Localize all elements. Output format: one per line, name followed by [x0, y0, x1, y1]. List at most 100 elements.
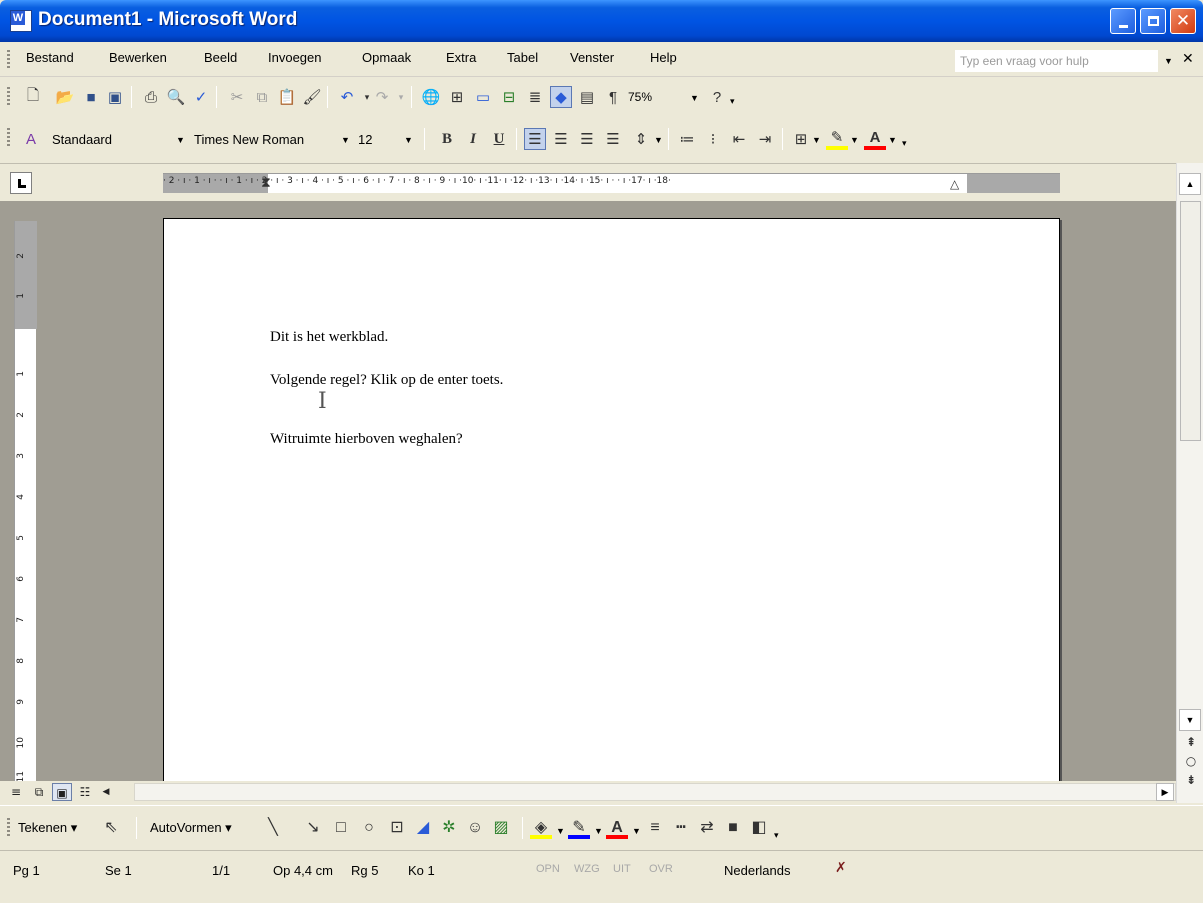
restore-button[interactable]	[1140, 8, 1166, 34]
menu-beeld[interactable]: Beeld	[204, 50, 237, 65]
select-browse-object-icon[interactable]: ○	[1183, 753, 1199, 769]
copy-icon[interactable]: ⧉	[251, 86, 273, 108]
help-box-dropdown-icon[interactable]: ▼	[1164, 56, 1173, 66]
word-app-icon[interactable]	[10, 10, 32, 32]
outline-view-icon[interactable]: ☷	[75, 783, 95, 801]
menu-grip[interactable]	[7, 50, 10, 70]
formatting-toolbar-grip[interactable]	[7, 128, 10, 148]
style-combo[interactable]: Standaard	[52, 132, 112, 147]
web-layout-view-icon[interactable]: ⧉	[29, 783, 49, 801]
line-icon[interactable]: ╲	[262, 817, 284, 839]
open-icon[interactable]: 📂	[54, 86, 76, 108]
justify-icon[interactable]: ☰	[602, 128, 624, 150]
print-icon[interactable]: ⎙	[140, 86, 162, 108]
scroll-left-icon[interactable]: ◀	[96, 783, 116, 801]
font-size-dropdown-icon[interactable]: ▼	[404, 135, 413, 145]
standard-toolbar-grip[interactable]	[7, 87, 10, 107]
numbering-icon[interactable]: ≔	[676, 128, 698, 150]
menu-extra[interactable]: Extra	[446, 50, 476, 65]
document-paragraph[interactable]: Volgende regel? Klik op de enter toets.	[270, 372, 503, 389]
align-center-icon[interactable]: ☰	[550, 128, 572, 150]
vertical-scroll-thumb[interactable]	[1180, 201, 1201, 441]
styles-formatting-icon[interactable]: A	[20, 128, 42, 150]
align-left-icon[interactable]: ☰	[524, 128, 546, 150]
arrow-icon[interactable]: ↘	[302, 817, 324, 839]
line-color-dropdown-icon[interactable]: ▼	[594, 826, 603, 836]
menu-help[interactable]: Help	[650, 50, 677, 65]
toolbar-options-icon[interactable]: ▾	[730, 96, 735, 107]
status-overtype[interactable]: OVR	[649, 863, 673, 875]
highlight-icon[interactable]: ✎	[826, 128, 848, 150]
document-paragraph[interactable]: Witruimte hierboven weghalen?	[270, 431, 463, 448]
align-right-icon[interactable]: ☰	[576, 128, 598, 150]
3d-style-icon[interactable]: ◧	[748, 817, 770, 839]
font-size-combo[interactable]: 12	[358, 132, 372, 147]
save-icon[interactable]: ■	[80, 86, 102, 108]
fill-color-icon[interactable]: ◈	[530, 817, 552, 839]
format-painter-icon[interactable]: 🖌	[301, 86, 323, 108]
shadow-style-icon[interactable]: ■	[722, 817, 744, 839]
cut-icon[interactable]: ✂	[226, 86, 248, 108]
decrease-indent-icon[interactable]: ⇤	[728, 128, 750, 150]
highlight-dropdown-icon[interactable]: ▼	[850, 135, 859, 145]
help-icon[interactable]: ?	[706, 86, 728, 108]
print-layout-view-icon[interactable]: ▣	[52, 783, 72, 801]
line-style-icon[interactable]: ≡	[644, 817, 666, 839]
status-record[interactable]: OPN	[536, 863, 560, 875]
drawing-toolbar-grip[interactable]	[7, 818, 10, 838]
menu-venster[interactable]: Venster	[570, 50, 614, 65]
menu-bewerken[interactable]: Bewerken	[109, 50, 167, 65]
text-box-icon[interactable]: ⊡	[386, 817, 408, 839]
minimize-button[interactable]	[1110, 8, 1136, 34]
select-objects-icon[interactable]: ⇖	[100, 817, 122, 839]
left-indent-marker-icon[interactable]: ⧗	[261, 174, 271, 191]
arrow-style-icon[interactable]: ⇄	[696, 817, 718, 839]
wordart-icon[interactable]: ◢	[412, 817, 434, 839]
spelling-status-icon[interactable]: ✗	[835, 860, 857, 878]
insert-excel-icon[interactable]: ⊟	[498, 86, 520, 108]
font-color-icon[interactable]: A	[864, 128, 886, 150]
document-map-icon[interactable]: ▤	[576, 86, 598, 108]
drawing-options-icon[interactable]: ▾	[774, 830, 779, 841]
document-paragraph[interactable]: Dit is het werkblad.	[270, 329, 388, 346]
diagram-icon[interactable]: ✲	[438, 817, 460, 839]
zoom-dropdown-icon[interactable]: ▼	[690, 93, 699, 103]
borders-dropdown-icon[interactable]: ▼	[812, 135, 821, 145]
paste-icon[interactable]: 📋	[276, 86, 298, 108]
bullets-icon[interactable]: ⁝	[702, 128, 724, 150]
new-document-icon[interactable]: 🗋	[22, 86, 44, 108]
draw-menu[interactable]: Tekenen ▾	[18, 820, 77, 836]
status-track[interactable]: WZG	[574, 863, 600, 875]
underline-button[interactable]: U	[488, 128, 510, 150]
status-extend[interactable]: UIT	[613, 863, 631, 875]
normal-view-icon[interactable]: ≡	[6, 783, 26, 801]
menu-invoegen[interactable]: Invoegen	[268, 50, 322, 65]
line-spacing-icon[interactable]: ⇕	[630, 128, 652, 150]
next-page-icon[interactable]: ⇟	[1183, 772, 1199, 788]
hyperlink-icon[interactable]: 🌐	[420, 86, 442, 108]
borders-icon[interactable]: ⊞	[790, 128, 812, 150]
tab-selector-icon[interactable]	[10, 172, 32, 194]
document-page[interactable]: Dit is het werkblad. Volgende regel? Kli…	[163, 218, 1060, 781]
previous-page-icon[interactable]: ⇞	[1183, 734, 1199, 750]
font-combo[interactable]: Times New Roman	[194, 132, 304, 147]
clip-art-icon[interactable]: ☺	[464, 817, 486, 839]
line-color-icon[interactable]: ✎	[568, 817, 590, 839]
rectangle-icon[interactable]: □	[330, 817, 352, 839]
font-dropdown-icon[interactable]: ▼	[341, 135, 350, 145]
tables-icon[interactable]: ⊞	[446, 86, 468, 108]
formatting-options-icon[interactable]: ▾	[902, 138, 907, 149]
vertical-scrollbar[interactable]: ▲ ▼ ⇞ ○ ⇟	[1176, 163, 1203, 803]
drawing-icon[interactable]: ◆	[550, 86, 572, 108]
horizontal-ruler[interactable]: · 2 · ı · 1 · ı · · ı · 1 · ı · 2 · ı · …	[163, 173, 1060, 193]
autoshapes-menu[interactable]: AutoVormen ▾	[150, 820, 232, 836]
zoom-combo[interactable]: 75%	[628, 90, 652, 104]
close-button[interactable]: ✕	[1170, 8, 1196, 34]
spelling-icon[interactable]: ✓	[190, 86, 212, 108]
menu-bestand[interactable]: Bestand	[26, 50, 74, 65]
scroll-down-icon[interactable]: ▼	[1179, 709, 1201, 731]
oval-icon[interactable]: ○	[358, 817, 380, 839]
horizontal-scrollbar[interactable]	[134, 783, 1176, 801]
font-color-dropdown-icon[interactable]: ▼	[888, 135, 897, 145]
redo-dropdown-icon[interactable]: ▾	[390, 86, 412, 108]
